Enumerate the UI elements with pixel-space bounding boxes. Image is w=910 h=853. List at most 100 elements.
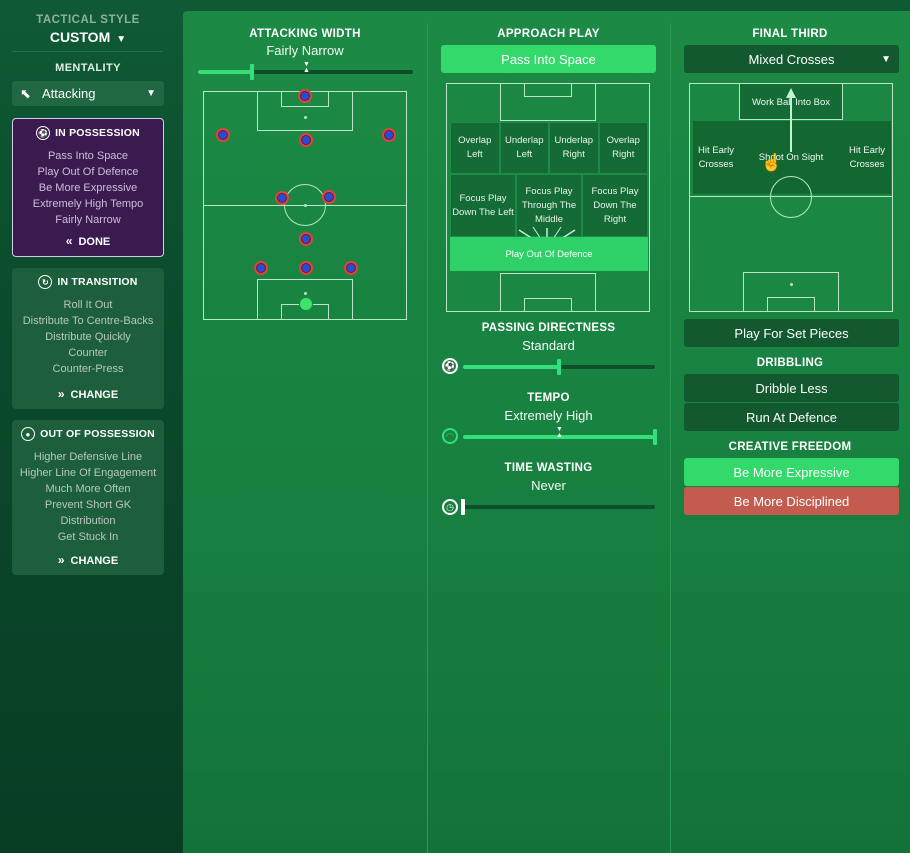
six-yard-box-bottom: [767, 297, 815, 312]
list-item: Distribution: [60, 515, 116, 527]
list-item: Counter-Press: [52, 363, 124, 375]
double-chevron-right-icon: »: [57, 553, 65, 567]
slider-midpoint-marker: ▼ ▲: [303, 61, 310, 74]
passing-directness-title: PASSING DIRECTNESS: [481, 322, 616, 334]
play-for-set-pieces-button[interactable]: Play For Set Pieces: [684, 319, 899, 347]
change-transition-button[interactable]: » CHANGE: [12, 387, 164, 401]
creative-freedom-title: CREATIVE FREEDOM: [728, 441, 852, 453]
in-possession-list: Pass Into Space Play Out Of Defence Be M…: [13, 148, 163, 228]
approach-play-button[interactable]: Pass Into Space: [441, 45, 656, 73]
stopwatch-icon: ◷: [442, 499, 458, 515]
list-item: Higher Line Of Engagement: [19, 467, 157, 479]
list-item: Be More Expressive: [38, 182, 138, 194]
mentality-value: Attacking: [42, 86, 96, 101]
approach-play-title: APPROACH PLAY: [497, 28, 600, 40]
attacking-width-title: ATTACKING WIDTH: [249, 28, 361, 40]
player-marker[interactable]: [299, 232, 313, 246]
player-marker[interactable]: [299, 133, 313, 147]
out-of-possession-list: Higher Defensive Line Higher Line Of Eng…: [12, 449, 164, 545]
six-yard-box-bottom: [524, 298, 572, 312]
mentality-dropdown[interactable]: ⬉ Attacking ▼: [12, 81, 164, 106]
speedometer-icon: ◠: [442, 428, 458, 444]
list-item: Distribute Quickly: [45, 331, 131, 343]
tactical-style-value: CUSTOM: [49, 29, 111, 45]
zone-overlap-left[interactable]: Overlap Left: [450, 122, 500, 174]
slider-fill: [198, 70, 252, 74]
slider-fill: [463, 365, 559, 369]
slider-handle[interactable]: [250, 64, 254, 80]
zone-play-out-of-defence[interactable]: Play Out Of Defence: [450, 237, 648, 271]
in-possession-panel[interactable]: ⚽ IN POSSESSION Pass Into Space Play Out…: [12, 118, 164, 257]
mentality-label: MENTALITY: [55, 62, 121, 74]
double-chevron-left-icon: «: [65, 234, 73, 248]
time-wasting-value: Never: [531, 478, 566, 493]
in-transition-header: ↻ IN TRANSITION: [12, 275, 164, 289]
tactics-sidebar: TACTICAL STYLE CUSTOM ▼ MENTALITY ⬉ Attac…: [0, 0, 176, 853]
player-marker[interactable]: [216, 128, 230, 142]
zone-underlap-left[interactable]: Underlap Left: [499, 122, 549, 174]
divider: [12, 51, 162, 52]
player-marker[interactable]: [298, 89, 312, 103]
defence-icon: ●: [21, 427, 36, 441]
zone-hit-early-crosses-left[interactable]: Hit Early Crosses: [693, 121, 739, 194]
column-divider: [427, 23, 428, 853]
list-item: Roll It Out: [63, 299, 113, 311]
mentality-arrow-icon: ⬉: [20, 85, 31, 101]
out-of-possession-header: ● OUT OF POSSESSION: [12, 427, 164, 441]
tactical-style-dropdown[interactable]: CUSTOM ▼: [0, 29, 176, 45]
six-yard-box-top: [524, 83, 572, 97]
in-possession-header: ⚽ IN POSSESSION: [13, 126, 163, 140]
zone-hit-early-crosses-right[interactable]: Hit Early Crosses: [843, 121, 891, 194]
in-transition-title: IN TRANSITION: [57, 276, 138, 288]
chevron-down-icon: ▼: [146, 88, 156, 99]
out-of-possession-panel[interactable]: ● OUT OF POSSESSION Higher Defensive Lin…: [12, 420, 164, 575]
centre-circle: [770, 176, 812, 218]
be-more-expressive-button[interactable]: Be More Expressive: [684, 458, 899, 486]
dribble-less-button[interactable]: Dribble Less: [684, 374, 899, 402]
change-label: CHANGE: [70, 389, 119, 401]
forward-arrow-icon: [786, 88, 796, 152]
formation-pitch: [203, 89, 407, 320]
cursor-hand-icon: ☝: [761, 153, 783, 172]
run-at-defence-button[interactable]: Run At Defence: [684, 403, 899, 431]
in-possession-title: IN POSSESSION: [55, 127, 140, 139]
change-label: CHANGE: [70, 555, 119, 567]
tempo-value: Extremely High: [504, 408, 593, 423]
passing-directness-value: Standard: [522, 338, 575, 353]
slider-handle[interactable]: [557, 359, 561, 375]
slider-handle[interactable]: [653, 429, 657, 445]
approach-play-pitch: Overlap Left Underlap Left Underlap Righ…: [446, 83, 650, 312]
penalty-spot: [304, 116, 307, 119]
list-item: Higher Defensive Line: [33, 451, 143, 463]
be-more-disciplined-button[interactable]: Be More Disciplined: [684, 487, 899, 515]
zone-underlap-right[interactable]: Underlap Right: [549, 122, 599, 174]
zone-overlap-right[interactable]: Overlap Right: [598, 122, 648, 174]
final-third-pitch: Work Ball Into Box Hit Early Crosses Sho…: [689, 83, 893, 312]
attacking-width-value: Fairly Narrow: [266, 43, 344, 58]
player-marker[interactable]: [344, 261, 358, 275]
list-item: Extremely High Tempo: [32, 198, 144, 210]
overlap-zones: Overlap Left Underlap Left Underlap Righ…: [450, 122, 648, 174]
in-transition-panel[interactable]: ↻ IN TRANSITION Roll It Out Distribute T…: [12, 268, 164, 409]
penalty-spot: [304, 292, 307, 295]
final-third-value: Mixed Crosses: [748, 51, 835, 67]
player-marker[interactable]: [299, 261, 313, 275]
player-marker[interactable]: [254, 261, 268, 275]
done-button[interactable]: « DONE: [13, 234, 163, 248]
slider-track: [463, 505, 655, 509]
final-third-dropdown[interactable]: Mixed Crosses ▼: [684, 45, 899, 73]
list-item: Much More Often: [45, 483, 131, 495]
zone-focus-right[interactable]: Focus Play Down The Right: [582, 174, 648, 237]
ball-icon: ⚽: [442, 358, 458, 374]
column-divider: [670, 23, 671, 853]
player-marker[interactable]: [322, 190, 336, 204]
change-oop-button[interactable]: » CHANGE: [12, 553, 164, 567]
slider-handle[interactable]: [461, 499, 465, 515]
goalkeeper-marker[interactable]: [299, 297, 313, 311]
player-marker[interactable]: [382, 128, 396, 142]
player-marker[interactable]: [275, 191, 289, 205]
centre-spot: [304, 204, 307, 207]
tempo-title: TEMPO: [527, 392, 570, 404]
slider-midpoint-marker: ▼ ▲: [556, 426, 563, 439]
final-third-title: FINAL THIRD: [752, 28, 828, 40]
